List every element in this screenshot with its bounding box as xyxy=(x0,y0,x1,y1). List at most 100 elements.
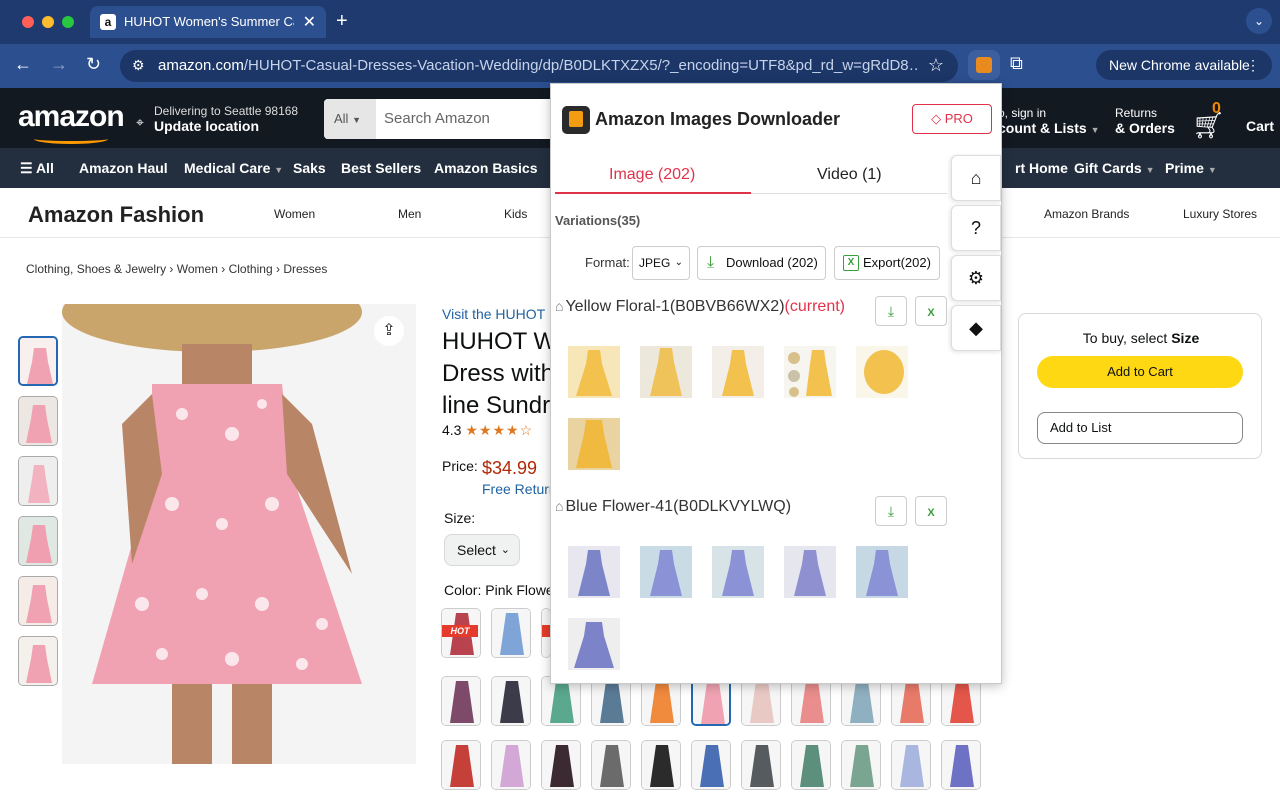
help-icon[interactable]: ? xyxy=(951,205,1001,251)
export-all-button[interactable]: X Export(202) xyxy=(834,246,940,280)
variation-image[interactable] xyxy=(568,346,620,398)
extension-downloader-button[interactable] xyxy=(968,50,1000,80)
pro-upgrade-button[interactable]: ◇ PRO xyxy=(912,104,992,134)
size-dropdown[interactable]: Select ⌄ xyxy=(444,534,520,566)
tab-videos[interactable]: Video (1) xyxy=(817,166,882,184)
nav-amazon-basics[interactable]: Amazon Basics xyxy=(434,160,537,176)
breadcrumb-item[interactable]: Dresses xyxy=(283,262,327,276)
product-thumbnail[interactable] xyxy=(18,576,58,626)
active-tab[interactable]: a HUHOT Women's Summer Ca ✕ xyxy=(90,6,326,38)
free-returns-link[interactable]: Free Return xyxy=(482,481,557,497)
color-swatch[interactable] xyxy=(691,740,731,790)
tab-search-chevron-icon[interactable]: ⌄ xyxy=(1246,8,1272,34)
nav-amazon-haul[interactable]: Amazon Haul xyxy=(79,160,168,176)
variation-image[interactable] xyxy=(784,546,836,598)
chrome-menu-icon[interactable]: ⋮ xyxy=(1246,50,1260,80)
color-swatch[interactable] xyxy=(941,740,981,790)
product-thumbnail[interactable] xyxy=(18,336,58,386)
fashion-nav-women[interactable]: Women xyxy=(274,207,315,221)
group-download-button[interactable]: ⤓ xyxy=(875,296,907,326)
product-thumbnail[interactable] xyxy=(18,516,58,566)
search-scope-dropdown[interactable]: All ▼ xyxy=(324,99,376,139)
add-to-cart-button[interactable]: Add to Cart xyxy=(1037,356,1243,388)
nav-all-menu[interactable]: ☰ All xyxy=(20,160,54,177)
nav-smart-home[interactable]: rt Home xyxy=(1015,160,1068,176)
minimize-window-button[interactable] xyxy=(42,16,54,28)
color-swatch[interactable] xyxy=(741,740,781,790)
url-domain: amazon.com xyxy=(158,57,244,74)
color-swatch[interactable] xyxy=(541,740,581,790)
diamond-pro-icon[interactable]: ◆ xyxy=(951,305,1001,351)
variation-image[interactable] xyxy=(568,618,620,670)
group-export-button[interactable]: X xyxy=(915,296,947,326)
group-export-button[interactable]: X xyxy=(915,496,947,526)
variation-image[interactable] xyxy=(640,346,692,398)
extensions-puzzle-icon[interactable]: ⧉ xyxy=(1010,53,1023,74)
variation-image[interactable] xyxy=(784,346,836,398)
product-rating[interactable]: 4.3 ★★★★☆ xyxy=(442,422,533,439)
variation-image[interactable] xyxy=(568,418,620,470)
new-chrome-available-button[interactable]: New Chrome available ⋮ xyxy=(1096,50,1272,80)
add-to-list-button[interactable]: Add to List xyxy=(1037,412,1243,444)
home-icon[interactable]: ⌂ xyxy=(951,155,1001,201)
color-swatch[interactable] xyxy=(441,740,481,790)
reload-icon[interactable]: ↻ xyxy=(86,54,101,75)
format-dropdown[interactable]: JPEG ⌄ xyxy=(632,246,690,280)
main-product-image[interactable] xyxy=(62,304,416,764)
download-all-button[interactable]: ⤓ Download (202) xyxy=(697,246,826,280)
fashion-nav-amazon-brands[interactable]: Amazon Brands xyxy=(1044,207,1129,221)
color-swatch[interactable] xyxy=(441,676,481,726)
account-lists-menu[interactable]: o, sign in count & Lists ▼ xyxy=(998,106,1099,136)
fashion-title[interactable]: Amazon Fashion xyxy=(28,202,204,228)
variation-image[interactable] xyxy=(856,346,908,398)
color-swatch[interactable] xyxy=(491,676,531,726)
nav-saks[interactable]: Saks xyxy=(293,160,326,176)
settings-gear-icon[interactable]: ⚙ xyxy=(951,255,1001,301)
tab-images[interactable]: Image (202) xyxy=(609,166,695,184)
amazon-logo[interactable]: amazon xyxy=(18,100,125,144)
hot-badge: HOT xyxy=(442,625,478,637)
breadcrumb-item[interactable]: Clothing, Shoes & Jewelry xyxy=(26,262,166,276)
brand-store-link[interactable]: Visit the HUHOT xyxy=(442,306,545,322)
breadcrumb-item[interactable]: Clothing xyxy=(229,262,273,276)
product-thumbnail[interactable] xyxy=(18,396,58,446)
variation-image[interactable] xyxy=(568,546,620,598)
color-swatch[interactable] xyxy=(841,740,881,790)
product-thumbnail[interactable] xyxy=(18,456,58,506)
color-swatch[interactable] xyxy=(791,740,831,790)
color-swatch[interactable] xyxy=(491,608,531,658)
share-icon[interactable]: ⇪ xyxy=(374,316,404,346)
fashion-nav-kids[interactable]: Kids xyxy=(504,207,527,221)
fashion-nav-men[interactable]: Men xyxy=(398,207,421,221)
color-swatch[interactable] xyxy=(891,740,931,790)
address-bar[interactable]: ⚙ amazon.com/HUHOT-Casual-Dresses-Vacati… xyxy=(120,50,958,82)
zoom-window-button[interactable] xyxy=(62,16,74,28)
url-text[interactable]: amazon.com/HUHOT-Casual-Dresses-Vacation… xyxy=(158,57,918,74)
nav-best-sellers[interactable]: Best Sellers xyxy=(341,160,421,176)
forward-arrow-icon[interactable]: → xyxy=(50,54,68,75)
close-tab-icon[interactable]: ✕ xyxy=(303,12,316,32)
color-swatch[interactable] xyxy=(641,740,681,790)
fashion-nav-luxury-stores[interactable]: Luxury Stores xyxy=(1183,207,1257,221)
back-arrow-icon[interactable]: ← xyxy=(14,54,32,75)
color-swatch[interactable] xyxy=(491,740,531,790)
variation-image[interactable] xyxy=(712,546,764,598)
group-download-button[interactable]: ⤓ xyxy=(875,496,907,526)
color-swatch[interactable]: HOT xyxy=(441,608,481,658)
nav-prime[interactable]: Prime ▼ xyxy=(1165,160,1217,176)
bookmark-star-icon[interactable]: ☆ xyxy=(928,55,944,76)
variation-image[interactable] xyxy=(856,546,908,598)
nav-medical-care[interactable]: Medical Care ▼ xyxy=(184,160,283,176)
new-tab-button[interactable]: + xyxy=(336,10,348,33)
returns-orders-link[interactable]: Returns & Orders xyxy=(1115,106,1175,136)
color-label: Color: xyxy=(444,582,482,598)
color-swatch[interactable] xyxy=(591,740,631,790)
site-info-icon[interactable]: ⚙ xyxy=(132,57,145,74)
variation-image[interactable] xyxy=(712,346,764,398)
search-input[interactable]: Search Amazon xyxy=(384,110,490,127)
close-window-button[interactable] xyxy=(22,16,34,28)
variation-image[interactable] xyxy=(640,546,692,598)
product-thumbnail[interactable] xyxy=(18,636,58,686)
nav-gift-cards[interactable]: Gift Cards ▼ xyxy=(1074,160,1155,176)
breadcrumb-item[interactable]: Women xyxy=(177,262,218,276)
